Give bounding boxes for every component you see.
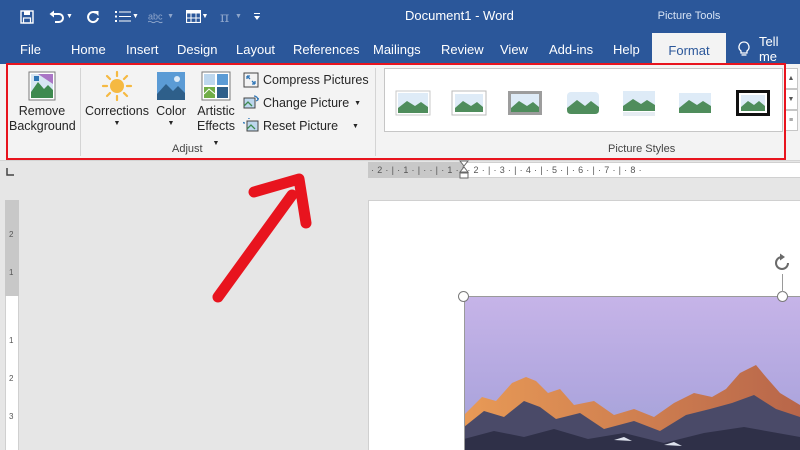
customize-icon [254, 13, 260, 20]
svg-text:π: π [220, 10, 229, 24]
tab-review[interactable]: Review [441, 33, 484, 64]
tab-insert[interactable]: Insert [126, 33, 159, 64]
equation-icon: π [220, 10, 229, 24]
bullets-icon [115, 11, 132, 22]
table-button[interactable]: ▼ [184, 5, 210, 29]
horizontal-ruler-ticks: · 2 · | · 1 · | · · | · 1 · | · 2 · | · … [371, 165, 642, 175]
quick-access-toolbar: ▼ ▼ abc ▼ ▼ π ▼ [0, 0, 264, 33]
indent-marker-icon[interactable] [459, 160, 469, 180]
undo-button[interactable]: ▼ [48, 5, 74, 29]
tell-me-label: Tell me [758, 33, 779, 64]
redo-button[interactable] [82, 5, 104, 29]
gallery-scroll: ▲ ▼ ≡ [784, 68, 798, 132]
red-arrow-annotation [212, 173, 312, 303]
spelling-dropdown-icon[interactable]: ▼ [167, 13, 174, 20]
rotation-stem [782, 274, 783, 292]
tab-references[interactable]: References [293, 33, 359, 64]
tab-add-ins[interactable]: Add-ins [549, 33, 593, 64]
vruler-label: 1 [9, 268, 14, 277]
spelling-button[interactable]: abc ▼ [148, 5, 174, 29]
tell-me-box[interactable]: Tell me [738, 33, 800, 64]
vruler-label: 2 [9, 230, 14, 239]
ribbon-tab-bar: File Home Insert Design Layout Reference… [0, 33, 800, 64]
save-icon [20, 9, 34, 24]
picture-tools-context-label: Picture Tools [652, 0, 726, 33]
table-icon [185, 10, 201, 23]
spelling-icon: abc [148, 11, 163, 23]
rotate-handle-icon[interactable] [771, 252, 793, 274]
redo-icon [87, 10, 99, 23]
tab-mailings[interactable]: Mailings [373, 33, 421, 64]
resize-handle-top-left[interactable] [458, 291, 469, 302]
tab-format[interactable]: Format [652, 33, 726, 64]
highlight-box [6, 63, 786, 160]
tab-help[interactable]: Help [613, 33, 640, 64]
gallery-scroll-down-icon[interactable]: ▼ [784, 89, 798, 110]
tab-file[interactable]: File [20, 33, 41, 64]
document-title: Document1 - Word [405, 8, 514, 23]
title-bar: ▼ ▼ abc ▼ ▼ π ▼ Document1 - Word Picture… [0, 0, 800, 33]
tab-home[interactable]: Home [71, 33, 106, 64]
svg-text:abc: abc [148, 11, 163, 21]
customize-qat-button[interactable] [250, 5, 264, 29]
tab-view[interactable]: View [500, 33, 528, 64]
vruler-label: 3 [9, 412, 14, 421]
inserted-picture[interactable] [464, 297, 800, 450]
selection-border-top [464, 296, 800, 297]
equation-dropdown-icon[interactable]: ▼ [235, 13, 242, 20]
ruler-corner[interactable] [0, 162, 22, 182]
save-button[interactable] [16, 5, 38, 29]
vruler-label: 1 [9, 336, 14, 345]
vruler-label: 2 [9, 374, 14, 383]
tab-design[interactable]: Design [177, 33, 217, 64]
resize-handle-top-middle[interactable] [777, 291, 788, 302]
undo-icon [49, 10, 65, 23]
selection-border-left [464, 296, 465, 450]
vertical-ruler-ticks: 2 1 1 2 3 [5, 200, 19, 450]
undo-dropdown-icon[interactable]: ▼ [66, 13, 73, 20]
bullets-button[interactable]: ▼ [114, 5, 140, 29]
tab-stop-icon [6, 168, 14, 176]
table-dropdown-icon[interactable]: ▼ [202, 13, 209, 20]
lightbulb-icon [738, 40, 750, 56]
bullets-dropdown-icon[interactable]: ▼ [132, 13, 139, 20]
gallery-scroll-up-icon[interactable]: ▲ [784, 68, 798, 89]
gallery-more-icon[interactable]: ≡ [784, 110, 798, 131]
tab-layout[interactable]: Layout [236, 33, 275, 64]
equation-button[interactable]: π ▼ [218, 5, 244, 29]
mountain-photo [464, 297, 800, 450]
